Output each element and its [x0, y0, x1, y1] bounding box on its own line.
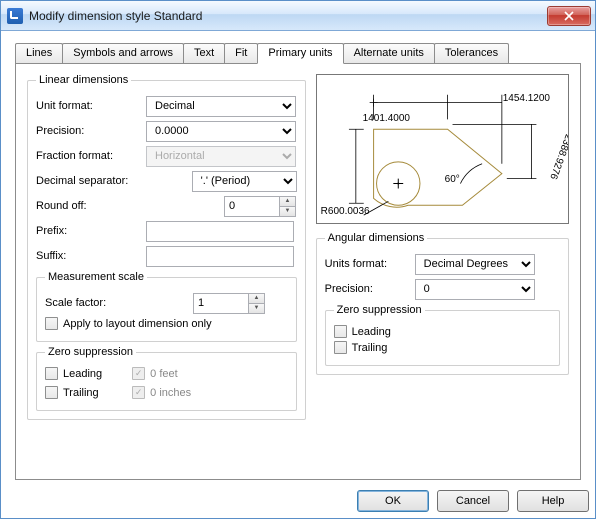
- decimal-separator-label: Decimal separator:: [36, 175, 146, 187]
- precision-label: Precision:: [36, 125, 146, 137]
- measurement-legend: Measurement scale: [45, 271, 147, 283]
- linear-zero-suppression-group: Zero suppression Leading Trailing ✓ 0 fee…: [36, 346, 297, 411]
- angular-leading-checkbox[interactable]: [334, 325, 347, 338]
- scale-factor-spinner[interactable]: ▲▼: [249, 293, 265, 314]
- tab-lines[interactable]: Lines: [15, 43, 63, 63]
- linear-dimensions-group: Linear dimensions Unit format: Decimal P…: [27, 74, 306, 420]
- angular-trailing-label: Trailing: [352, 342, 388, 354]
- close-button[interactable]: [547, 6, 591, 26]
- fraction-format-select: Horizontal: [146, 146, 296, 167]
- content-area: Lines Symbols and arrows Text Fit Primar…: [1, 31, 595, 490]
- decimal-separator-select[interactable]: '.' (Period): [192, 171, 297, 192]
- cancel-button[interactable]: Cancel: [437, 490, 509, 512]
- apply-layout-label: Apply to layout dimension only: [63, 318, 212, 330]
- zero-feet-label: 0 feet: [150, 368, 178, 380]
- angular-units-format-select[interactable]: Decimal Degrees: [415, 254, 535, 275]
- zero-inches-label: 0 inches: [150, 387, 191, 399]
- angular-trailing-checkbox[interactable]: [334, 341, 347, 354]
- angular-dimensions-group: Angular dimensions Units format: Decimal…: [316, 232, 569, 375]
- unit-format-select[interactable]: Decimal: [146, 96, 296, 117]
- ok-button[interactable]: OK: [357, 490, 429, 512]
- close-icon: [564, 11, 574, 21]
- preview-dim2: 1401.4000: [363, 113, 410, 124]
- linear-zero-legend: Zero suppression: [45, 346, 136, 358]
- titlebar: Modify dimension style Standard: [1, 1, 595, 31]
- angular-zero-legend: Zero suppression: [334, 304, 425, 316]
- dialog-window: Modify dimension style Standard Lines Sy…: [0, 0, 596, 519]
- tabstrip: Lines Symbols and arrows Text Fit Primar…: [15, 43, 581, 63]
- button-bar: OK Cancel Help: [1, 490, 595, 518]
- tab-panel: Linear dimensions Unit format: Decimal P…: [15, 63, 581, 480]
- round-off-label: Round off:: [36, 200, 146, 212]
- suffix-label: Suffix:: [36, 250, 146, 262]
- tab-text[interactable]: Text: [183, 43, 225, 63]
- app-icon: [7, 8, 23, 24]
- apply-layout-checkbox[interactable]: [45, 317, 58, 330]
- tab-tolerances[interactable]: Tolerances: [434, 43, 509, 63]
- leading-label: Leading: [63, 368, 102, 380]
- trailing-checkbox[interactable]: [45, 386, 58, 399]
- linear-legend: Linear dimensions: [36, 74, 131, 86]
- prefix-input[interactable]: [146, 221, 294, 242]
- angular-precision-select[interactable]: 0: [415, 279, 535, 300]
- precision-select[interactable]: 0.0000: [146, 121, 296, 142]
- scale-factor-label: Scale factor:: [45, 297, 135, 309]
- angular-legend: Angular dimensions: [325, 232, 428, 244]
- tab-primary-units[interactable]: Primary units: [257, 43, 343, 64]
- round-off-spinner[interactable]: ▲▼: [280, 196, 296, 217]
- zero-inches-checkbox: ✓: [132, 386, 145, 399]
- angular-units-format-label: Units format:: [325, 258, 415, 270]
- scale-factor-input[interactable]: [193, 293, 249, 314]
- preview-pane: 1454.1200 1401.4000 2388.9276 R600.0036 …: [316, 74, 569, 224]
- prefix-label: Prefix:: [36, 225, 146, 237]
- preview-angle: 60°: [445, 174, 460, 185]
- leading-checkbox[interactable]: [45, 367, 58, 380]
- help-button[interactable]: Help: [517, 490, 589, 512]
- tab-fit[interactable]: Fit: [224, 43, 258, 63]
- angular-leading-label: Leading: [352, 326, 391, 338]
- measurement-scale-group: Measurement scale Scale factor: ▲▼ Apply…: [36, 271, 297, 342]
- left-column: Linear dimensions Unit format: Decimal P…: [27, 74, 306, 469]
- zero-feet-checkbox: ✓: [132, 367, 145, 380]
- tab-alternate-units[interactable]: Alternate units: [343, 43, 435, 63]
- tab-symbols-arrows[interactable]: Symbols and arrows: [62, 43, 184, 63]
- window-title: Modify dimension style Standard: [29, 9, 547, 23]
- preview-radius: R600.0036: [321, 206, 370, 217]
- right-column: 1454.1200 1401.4000 2388.9276 R600.0036 …: [316, 74, 569, 469]
- round-off-input[interactable]: [224, 196, 280, 217]
- unit-format-label: Unit format:: [36, 100, 146, 112]
- preview-dim1: 1454.1200: [503, 93, 550, 104]
- angular-precision-label: Precision:: [325, 283, 415, 295]
- angular-zero-suppression-group: Zero suppression Leading Trailing: [325, 304, 560, 366]
- suffix-input[interactable]: [146, 246, 294, 267]
- fraction-format-label: Fraction format:: [36, 150, 146, 162]
- trailing-label: Trailing: [63, 387, 99, 399]
